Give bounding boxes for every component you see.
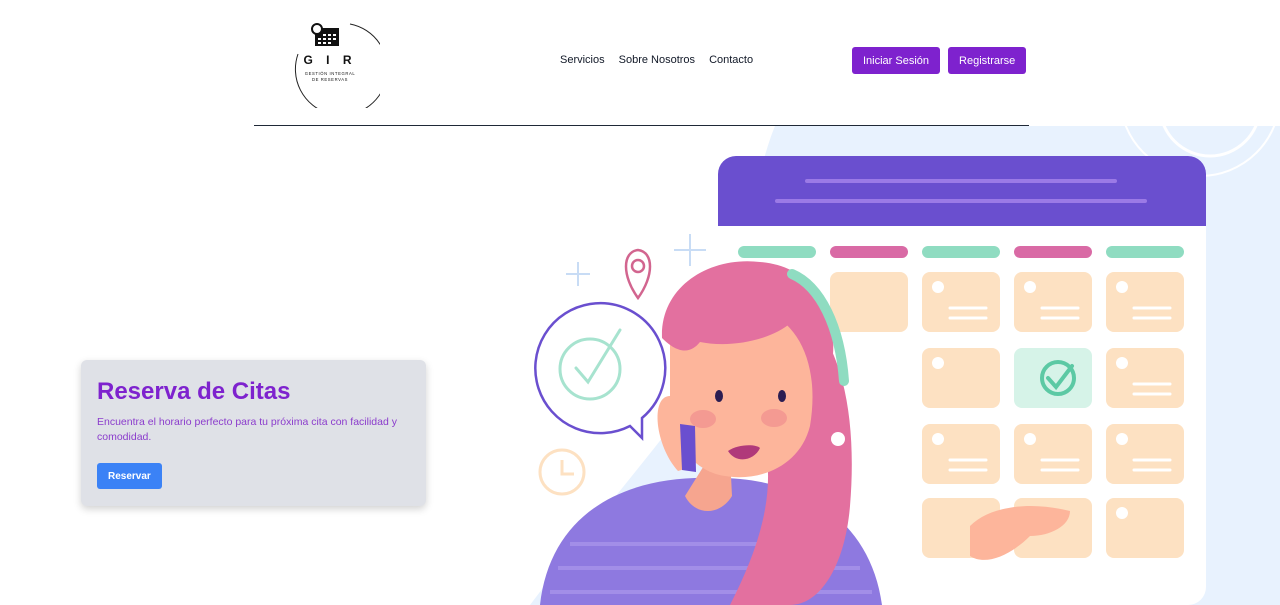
main-nav: Servicios Sobre Nosotros Contacto <box>560 54 753 66</box>
nav-sobre-nosotros[interactable]: Sobre Nosotros <box>619 54 695 66</box>
hero-illustration <box>510 15 1280 605</box>
auth-buttons: Iniciar Sesión Registrarse <box>852 47 1027 74</box>
page: G I R GESTIÓN INTEGRAL DE RESERVAS Servi… <box>0 0 1280 605</box>
svg-text:G I R: G I R <box>303 53 356 67</box>
check-bubble <box>534 301 667 442</box>
calendar-logo-icon <box>311 23 339 46</box>
nav-servicios[interactable]: Servicios <box>560 54 605 66</box>
nav-contacto[interactable]: Contacto <box>709 54 753 66</box>
register-button[interactable]: Registrarse <box>948 47 1027 74</box>
reservar-button[interactable]: Reservar <box>97 463 162 489</box>
site-header: G I R GESTIÓN INTEGRAL DE RESERVAS Servi… <box>254 0 1029 126</box>
login-button[interactable]: Iniciar Sesión <box>852 47 941 74</box>
logo[interactable]: G I R GESTIÓN INTEGRAL DE RESERVAS <box>280 12 388 116</box>
hero-title: Reserva de Citas <box>97 378 291 405</box>
svg-text:GESTIÓN INTEGRAL: GESTIÓN INTEGRAL <box>305 71 356 76</box>
svg-text:DE RESERVAS: DE RESERVAS <box>312 77 348 82</box>
hero-description: Encuentra el horario perfecto para tu pr… <box>97 416 397 443</box>
hero-card: Reserva de Citas Encuentra el horario pe… <box>81 360 426 506</box>
